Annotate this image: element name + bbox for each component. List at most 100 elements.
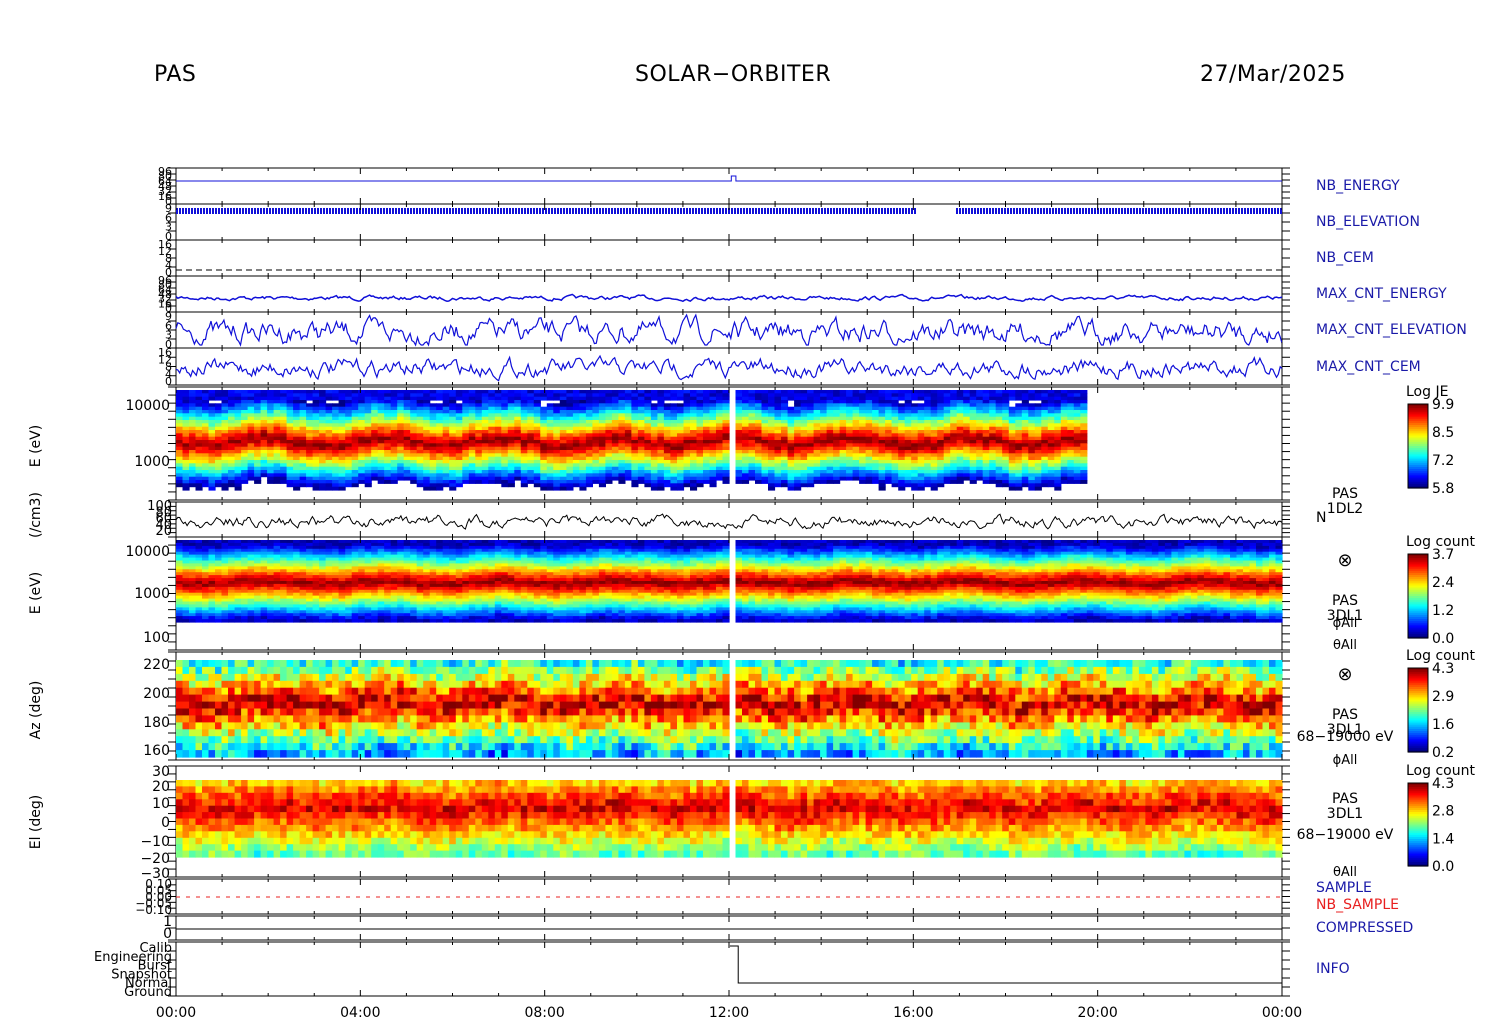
je-spectrogram-cell [716,403,724,408]
je-spectrogram-cell [768,433,776,438]
je-spectrogram-cell [703,413,711,418]
count-energy-cell [247,604,255,608]
count-energy-cell [215,619,223,623]
je-spectrogram-cell [878,486,886,491]
je-spectrogram-cell [592,433,600,438]
je-spectrogram-cell [397,423,405,428]
je-spectrogram-cell [247,413,255,418]
je-spectrogram-cell [559,463,567,468]
je-spectrogram-cell [982,480,990,484]
je-spectrogram-cell [1028,413,1036,418]
je-spectrogram-cell [709,393,717,398]
je-spectrogram-cell [514,443,522,448]
je-spectrogram-cell [963,463,971,468]
je-spectrogram-cell [481,423,489,428]
je-spectrogram-cell [1080,433,1088,438]
count-energy-cell [182,604,190,608]
je-spectrogram-cell [325,403,333,408]
je-spectrogram-cell [338,473,346,478]
je-spectrogram-cell [579,453,587,458]
je-spectrogram-cell [761,413,769,418]
je-spectrogram-cell [403,473,411,478]
je-spectrogram-cell [351,433,359,438]
multi-panel-chart: 9680644832160NB_ENERGY9630NB_ELEVATION16… [28,165,1475,1020]
je-spectrogram-cell [280,453,288,458]
count-energy-cell [247,554,255,559]
je-spectrogram-cell [1047,403,1055,408]
je-spectrogram-cell [917,396,925,401]
je-spectrogram-cell [1008,433,1016,438]
je-spectrogram-cell [1021,413,1029,418]
je-spectrogram-cell [592,393,600,398]
count-energy-cell [273,542,281,547]
je-spectrogram-cell [716,473,724,478]
je-spectrogram-cell [384,443,392,448]
je-spectrogram-cell [234,483,242,488]
je-spectrogram-cell [358,423,366,428]
je-spectrogram-cell [878,393,886,398]
je-spectrogram-cell [637,423,645,428]
je-spectrogram-cell [494,433,502,438]
je-spectrogram-cell [618,473,626,478]
je-spectrogram-cell [1034,433,1042,438]
je-spectrogram-cell [878,403,886,408]
je-spectrogram-cell [585,483,593,488]
je-spectrogram-cell [572,473,580,478]
je-spectrogram-cell [650,453,658,458]
je-spectrogram-cell [826,403,834,408]
je-spectrogram-cell [696,443,704,448]
je-spectrogram-cell [403,423,411,428]
max-cnt-energy-trace [175,293,1283,303]
je-spectrogram-cell [312,463,320,468]
je-spectrogram-cell [553,413,561,418]
je-spectrogram-cell [247,473,255,478]
je-spectrogram-cell [371,463,379,468]
je-spectrogram-cell [423,413,431,418]
je-spectrogram-cell [995,413,1003,418]
je-spectrogram-cell [663,413,671,418]
je-spectrogram-cell [878,463,886,468]
je-spectrogram-cell [306,483,314,488]
je-spectrogram-cell [299,453,307,458]
je-spectrogram-cell [579,423,587,428]
je-spectrogram-cell [995,443,1003,448]
je-spectrogram-cell [917,483,925,488]
je-spectrogram-cell [546,463,554,468]
count-energy-cell [267,616,275,620]
je-spectrogram-cell [429,433,437,438]
je-spectrogram-cell [475,403,483,408]
je-spectrogram-cell [182,483,190,488]
je-spectrogram-cell [703,453,711,458]
je-spectrogram-cell [807,423,815,428]
je-spectrogram-cell [1008,486,1016,491]
je-spectrogram-cell [442,393,450,398]
je-spectrogram-cell [748,393,756,398]
je-spectrogram-cell [1067,443,1075,448]
je-spectrogram-cell [462,453,470,458]
je-spectrogram-cell [449,453,457,458]
je-spectrogram-cell [293,463,301,468]
je-spectrogram-cell [826,443,834,448]
je-spectrogram-cell [377,393,385,398]
je-spectrogram-cell [280,480,288,484]
je-spectrogram-cell [657,443,665,448]
je-spectrogram-cell [930,463,938,468]
je-spectrogram-cell [202,403,210,408]
max-cnt-cem-trace [175,354,1283,382]
je-spectrogram-cell [1015,483,1023,488]
je-spectrogram-cell [1041,393,1049,398]
je-spectrogram-cell [865,403,873,408]
je-spectrogram-cell [260,393,268,398]
je-spectrogram-cell [618,463,626,468]
je-spectrogram-cell [859,433,867,438]
je-spectrogram-cell [761,423,769,428]
je-spectrogram-cell [742,423,750,428]
count-energy-cell [208,604,216,608]
je-spectrogram-cell [254,443,262,448]
je-spectrogram-cell [898,433,906,438]
count-energy-cell [195,595,203,600]
je-spectrogram-cell [202,433,210,438]
je-spectrogram-cell [501,453,509,458]
je-spectrogram-cell [774,443,782,448]
je-spectrogram-cell [384,423,392,428]
